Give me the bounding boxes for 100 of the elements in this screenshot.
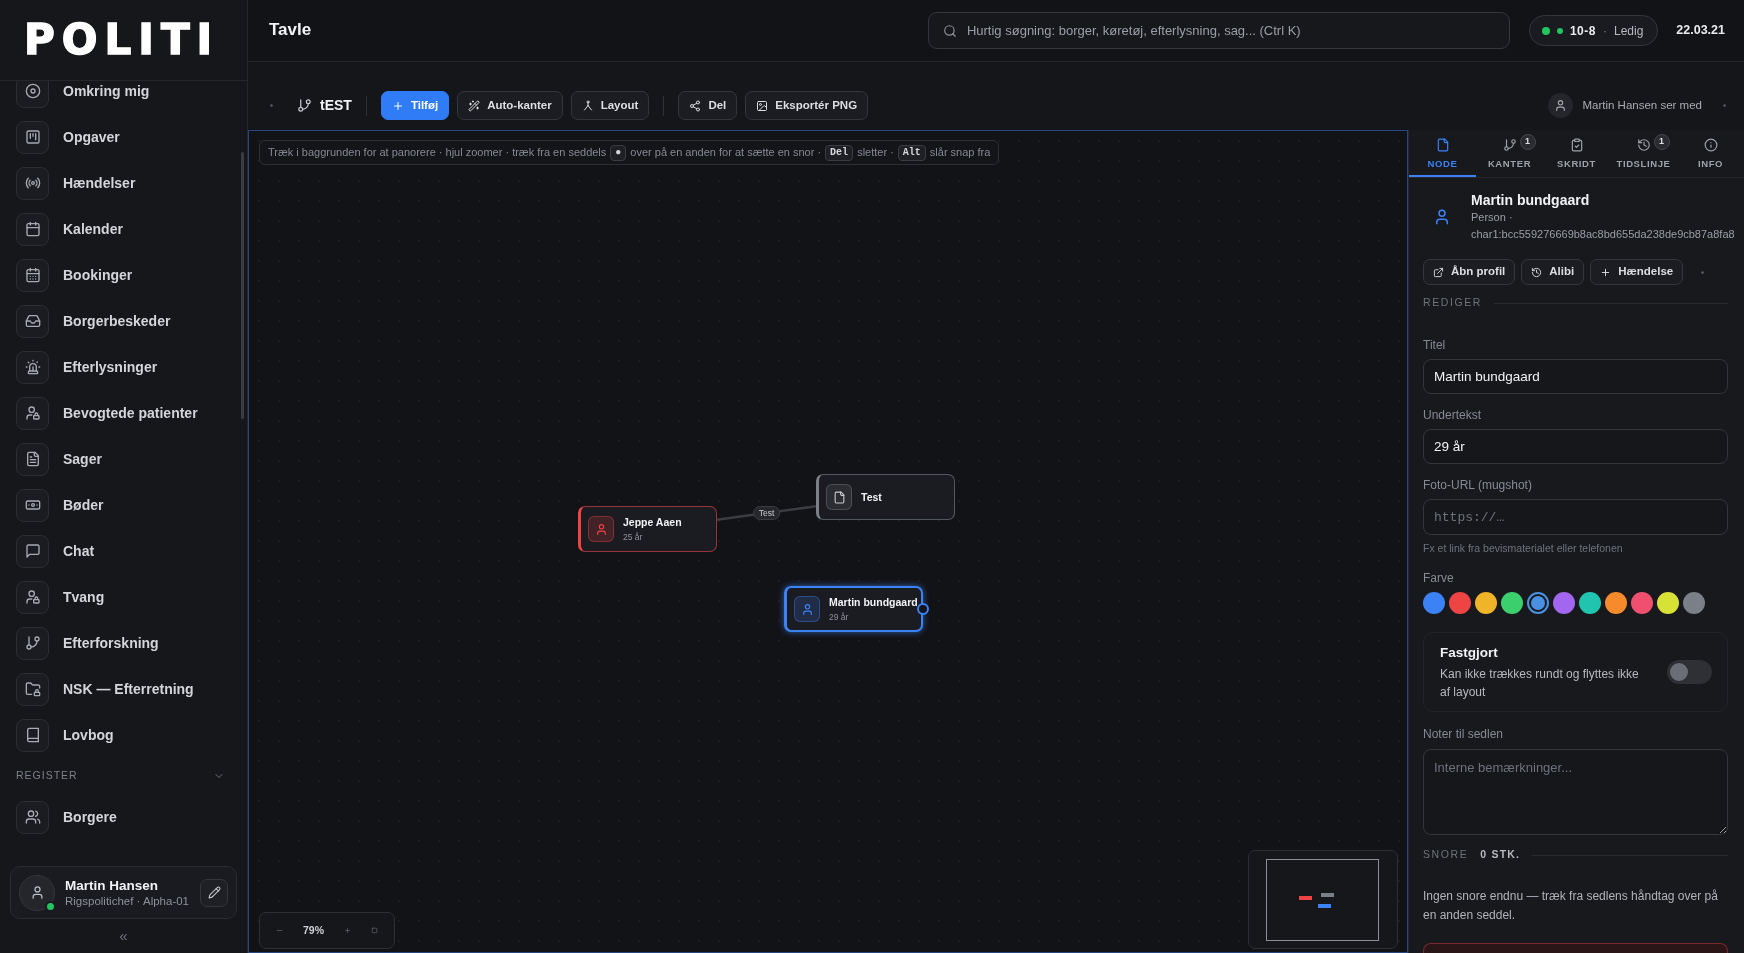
logo-text: POLITI	[24, 19, 220, 61]
page-title: Tavle	[269, 20, 312, 41]
color-swatch[interactable]	[1579, 592, 1601, 614]
notes-field[interactable]: Interne bemærkninger...	[1423, 749, 1728, 835]
user-name: Martin Hansen	[65, 876, 160, 894]
person-icon	[794, 596, 820, 622]
color-swatch[interactable]	[1683, 592, 1705, 614]
color-swatch[interactable]	[1423, 592, 1445, 614]
board-node[interactable]: Test	[816, 474, 955, 520]
status-dot-icon	[1541, 26, 1550, 35]
panel-tab[interactable]: SKRIDT	[1543, 130, 1610, 177]
status-pill[interactable]: 10-8 · Ledig	[1528, 15, 1659, 46]
share-button[interactable]: Del	[678, 91, 738, 120]
section-label: SNORE	[1423, 847, 1469, 863]
book-icon	[16, 718, 49, 752]
minimap-viewport[interactable]	[1266, 859, 1379, 941]
sidebar-item[interactable]: Bevogtede patienter	[0, 390, 247, 436]
string-count: 0 STK.	[1480, 847, 1521, 863]
help-text: Fx et link fra bevismaterialet eller telefonen	[1423, 541, 1624, 555]
section-label: REGISTER	[16, 768, 78, 784]
sidebar-item[interactable]: NSK — Efterretning	[0, 666, 247, 712]
scrollbar-thumb[interactable]	[241, 152, 244, 419]
fork-icon	[581, 99, 594, 112]
color-swatch[interactable]	[1631, 592, 1653, 614]
panel-tab[interactable]: INFO	[1677, 130, 1744, 177]
color-swatch[interactable]	[1605, 592, 1627, 614]
viewer-text: Martin Hansen ser med	[1582, 97, 1702, 113]
node-subtitle: 29 år	[829, 610, 850, 623]
add-button[interactable]: Tilføj	[380, 91, 450, 120]
sidebar-item[interactable]: Efterlysninger	[0, 344, 247, 390]
sidebar-item[interactable]: Opgaver	[0, 114, 247, 160]
color-swatch[interactable]	[1475, 592, 1497, 614]
color-swatch[interactable]	[1657, 592, 1679, 614]
history-icon	[1531, 266, 1543, 278]
field-label: Farve	[1423, 570, 1455, 586]
users-icon	[16, 800, 49, 834]
color-swatch[interactable]	[1527, 592, 1549, 614]
add-event-button[interactable]: Hændelse	[1590, 259, 1684, 285]
sidebar-item[interactable]: Lovbog	[0, 712, 247, 758]
text-field[interactable]: https://…	[1423, 499, 1728, 535]
edge-label[interactable]: Test	[752, 506, 781, 520]
person-icon	[1433, 208, 1451, 226]
auto-edges-button[interactable]: Auto-kanter	[457, 91, 563, 120]
sidebar-item[interactable]: Kalender	[0, 206, 247, 252]
hint-text: sletter ·	[857, 145, 894, 161]
color-swatch[interactable]	[1501, 592, 1523, 614]
pin-description: Kan ikke trækkes rundt og flyttes ikke af layout	[1440, 665, 1640, 701]
document-icon	[1435, 137, 1450, 152]
collapse-button[interactable]: «	[115, 927, 132, 945]
search-field[interactable]: Hurtig søgning: borger, køretøj, efterlysning, sag... (Ctrl K)	[927, 12, 1510, 49]
share-icon	[689, 99, 702, 112]
open-profile-button[interactable]: Åbn profil	[1423, 259, 1516, 285]
alibi-button[interactable]: Alibi	[1521, 259, 1585, 285]
tab-count: 1	[1653, 134, 1670, 150]
field-label: Titel	[1423, 337, 1447, 353]
text-field[interactable]: 29 år	[1423, 429, 1728, 464]
field-label: Foto-URL (mugshot)	[1423, 477, 1533, 493]
node-title: Test	[861, 490, 882, 504]
node-title: Jeppe Aaen	[623, 515, 682, 529]
empty-text: Ingen snore endnu — træk fra sedlens håndtag over på en anden seddel.	[1423, 888, 1719, 924]
panel-tab[interactable]: NODE	[1409, 130, 1476, 177]
export-button[interactable]: Eksportér PNG	[745, 91, 869, 120]
calendar-icon	[16, 212, 49, 246]
sidebar-item[interactable]: Tvang	[0, 574, 247, 620]
color-swatch[interactable]	[1449, 592, 1471, 614]
sidebar-item[interactable]: Hændelser	[0, 160, 247, 206]
sidebar-item[interactable]: Omkring mig	[0, 81, 247, 114]
node-title: Martin bundgaard	[829, 595, 918, 609]
status-dot-icon	[1556, 27, 1563, 34]
dot-icon	[1701, 270, 1705, 274]
branch-icon	[1502, 137, 1517, 152]
image-icon	[756, 99, 769, 112]
document-icon	[16, 442, 49, 476]
separator-text: ·	[1602, 22, 1607, 40]
dot-icon	[1723, 104, 1726, 107]
edit-button[interactable]	[200, 878, 228, 907]
board-canvas[interactable]: Træk i baggrunden for at panorere · hjul zoomer · træk fra en seddels ● over på en anden for at sætte en snor · Del sletter · Alt slår snap fra Test Jeppe Aaen 25 år Test Martin bundgaard 29 år 79%	[248, 130, 1408, 953]
sidebar-item[interactable]: Bookinger	[0, 252, 247, 298]
node-meta: Person · char1:bcc559276669b8ac8bd655da238de9cb87a8fa8	[1471, 210, 1736, 242]
date-text: 22.03.21	[1676, 22, 1725, 40]
sidebar-item[interactable]: Efterforskning	[0, 620, 247, 666]
sidebar-item[interactable]: Borgere	[0, 794, 247, 840]
sidebar-item[interactable]: Sager	[0, 436, 247, 482]
panel-tab[interactable]: TIDSLINJE 1	[1610, 130, 1677, 177]
branch-icon	[297, 98, 312, 113]
inbox-icon	[16, 304, 49, 338]
pin-toggle[interactable]	[1667, 660, 1712, 684]
hint-text: over på en anden for at sætte en snor ·	[630, 145, 822, 161]
field-label: Undertekst	[1423, 407, 1483, 423]
sidebar-item[interactable]: Chat	[0, 528, 247, 574]
sidebar-item[interactable]: Borgerbeskeder	[0, 298, 247, 344]
board-node[interactable]: Jeppe Aaen 25 år	[578, 506, 717, 552]
siren-icon	[16, 350, 49, 384]
sidebar-item[interactable]: Bøder	[0, 482, 247, 528]
panel-tab[interactable]: KANTER 1	[1476, 130, 1543, 177]
board-node[interactable]: Martin bundgaard 29 år	[784, 586, 923, 632]
banknote-icon	[16, 488, 49, 522]
color-swatch[interactable]	[1553, 592, 1575, 614]
layout-button[interactable]: Layout	[570, 91, 650, 120]
text-field[interactable]: Martin bundgaard	[1423, 359, 1728, 394]
